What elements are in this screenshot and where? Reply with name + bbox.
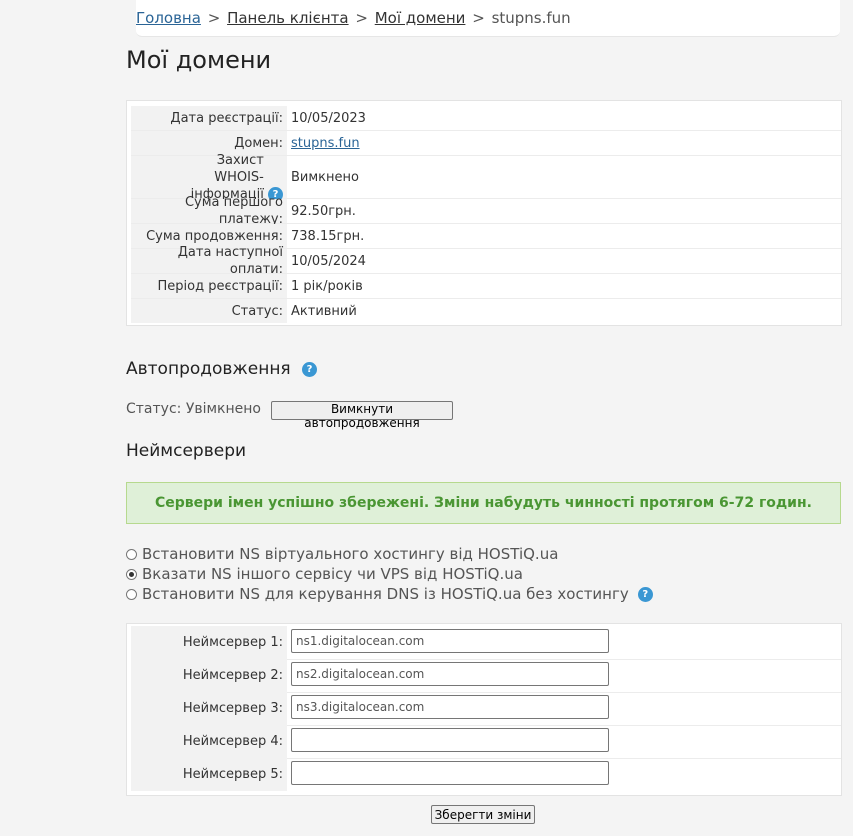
success-alert: Сервери імен успішно збережені. Зміни на… [126, 482, 841, 524]
ns-label: Неймсервер 3: [131, 692, 287, 725]
ns-label: Неймсервер 1: [131, 626, 287, 659]
info-row-registration-date: Дата реєстрації: 10/05/2023 [131, 106, 841, 131]
help-circle-icon[interactable]: ? [302, 361, 318, 377]
domain-link[interactable]: stupns.fun [291, 136, 360, 151]
autorenew-status: Статус: Увімкнено [126, 401, 261, 417]
page-title: Мої домени [126, 46, 272, 74]
info-value: Активний [291, 303, 357, 319]
nameserver-2-input[interactable] [291, 662, 609, 686]
breadcrumb-separator: > [207, 9, 221, 27]
info-row-first-payment: Сума першого платежу: 92.50грн. [131, 195, 841, 227]
info-label: Сума першого платежу: [131, 195, 287, 227]
info-value: 1 рік/років [291, 278, 363, 294]
info-value: 10/05/2023 [291, 110, 366, 126]
nameserver-3-input[interactable] [291, 695, 609, 719]
breadcrumb-home-link[interactable]: Головна [136, 9, 201, 27]
info-label: Статус: [131, 299, 287, 323]
nameservers-heading: Неймсервери [126, 441, 247, 461]
save-changes-button[interactable]: Зберегти зміни [431, 805, 535, 824]
info-label: Дата наступної оплати: [131, 245, 287, 277]
ns-row-1: Неймсервер 1: [131, 626, 841, 660]
help-circle-icon[interactable]: ? [637, 586, 653, 602]
nameserver-4-input[interactable] [291, 728, 609, 752]
info-value: 738.15грн. [291, 228, 365, 244]
ns-option-hosting[interactable]: Встановити NS віртуального хостингу від … [126, 545, 558, 563]
info-value: 10/05/2024 [291, 253, 366, 269]
radio-button[interactable] [126, 548, 137, 560]
ns-row-4: Неймсервер 4: [131, 725, 841, 759]
breadcrumb-separator: > [355, 9, 368, 27]
info-label: Дата реєстрації: [131, 106, 287, 130]
autorenew-title: Автопродовження [126, 359, 291, 379]
breadcrumb-separator: > [472, 9, 485, 27]
ns-option-custom[interactable]: Вказати NS іншого сервісу чи VPS від HOS… [126, 565, 523, 583]
nameservers-form: Неймсервер 1: Неймсервер 2: Неймсервер 3… [126, 623, 842, 796]
info-row-registration-period: Період реєстрації: 1 рік/років [131, 274, 841, 299]
radio-button[interactable] [126, 588, 137, 600]
info-value: Вимкнено [291, 169, 359, 185]
ns-option-label: Встановити NS для керування DNS із HOSTi… [142, 585, 629, 603]
ns-row-5: Неймсервер 5: [131, 758, 841, 791]
ns-option-dns-only[interactable]: Встановити NS для керування DNS із HOSTi… [126, 585, 653, 603]
disable-autorenew-button[interactable]: Вимкнути автопродовження [271, 401, 453, 430]
breadcrumb: Головна > Панель клієнта > Мої домени > … [136, 0, 840, 37]
breadcrumb-current: stupns.fun [491, 9, 571, 27]
ns-label: Неймсервер 5: [131, 758, 287, 791]
ns-row-3: Неймсервер 3: [131, 692, 841, 726]
radio-button-checked[interactable] [126, 568, 137, 580]
info-row-whois: Захист WHOIS-інформації ? Вимкнено [131, 153, 841, 202]
info-row-status: Статус: Активний [131, 299, 841, 323]
page-scrollbar[interactable] [849, 0, 853, 836]
ns-option-label: Встановити NS віртуального хостингу від … [142, 545, 559, 563]
autorenew-heading: Автопродовження ? [126, 359, 318, 379]
ns-option-label: Вказати NS іншого сервісу чи VPS від HOS… [142, 565, 523, 583]
info-row-next-due-date: Дата наступної оплати: 10/05/2024 [131, 245, 841, 277]
domain-info-table: Дата реєстрації: 10/05/2023 Домен: stupn… [126, 100, 842, 326]
info-label: Захист WHOIS-інформації ? [131, 153, 287, 202]
ns-label: Неймсервер 4: [131, 725, 287, 758]
nameserver-1-input[interactable] [291, 629, 609, 653]
info-value: stupns.fun [287, 131, 360, 155]
breadcrumb-panel-link[interactable]: Панель клієнта [227, 9, 349, 27]
ns-label: Неймсервер 2: [131, 659, 287, 692]
ns-row-2: Неймсервер 2: [131, 659, 841, 693]
nameserver-5-input[interactable] [291, 761, 609, 785]
breadcrumb-domains-link[interactable]: Мої домени [375, 9, 466, 27]
info-value: 92.50грн. [291, 203, 356, 219]
info-label: Період реєстрації: [131, 274, 287, 298]
